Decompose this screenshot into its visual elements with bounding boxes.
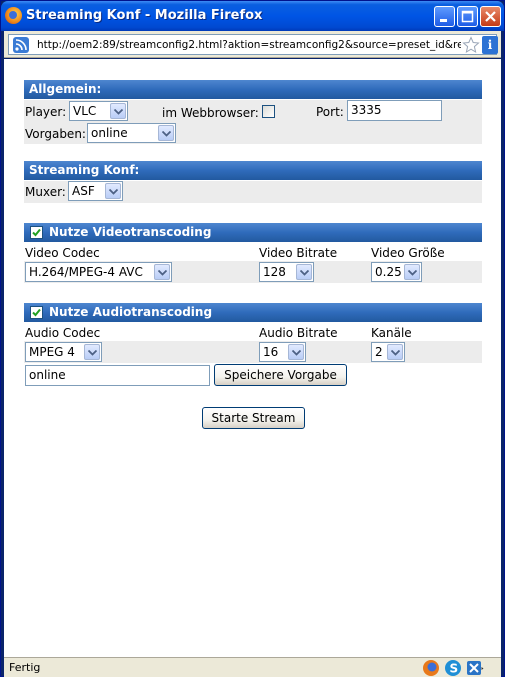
minimize-button[interactable] bbox=[434, 6, 455, 27]
chevron-down-icon bbox=[105, 183, 121, 199]
window-title: Streaming Konf - Mozilla Firefox bbox=[26, 8, 263, 23]
audio-bitrate-value: 16 bbox=[263, 345, 279, 359]
svg-text:S: S bbox=[450, 662, 459, 676]
video-size-label: Video Größe bbox=[371, 246, 445, 260]
video-size-select[interactable]: 0.25 bbox=[371, 262, 422, 282]
webbrowser-checkbox[interactable] bbox=[262, 105, 275, 118]
status-bar: Fertig S bbox=[4, 657, 501, 677]
url-text: http://oem2:89/streamconfig2.html?aktion… bbox=[37, 39, 461, 51]
chevron-down-icon bbox=[154, 264, 170, 280]
firefox-status-icon[interactable] bbox=[422, 659, 440, 677]
maximize-button[interactable] bbox=[457, 6, 478, 27]
chevron-down-icon bbox=[404, 264, 420, 280]
video-bitrate-select[interactable]: 128 bbox=[259, 262, 314, 282]
chevron-down-icon bbox=[296, 264, 312, 280]
audio-bitrate-select[interactable]: 16 bbox=[259, 342, 306, 362]
extension-icon[interactable] bbox=[466, 659, 484, 677]
video-bitrate-label: Video Bitrate bbox=[259, 246, 338, 260]
checkmark-icon bbox=[32, 308, 41, 317]
chevron-down-icon bbox=[110, 103, 126, 119]
audio-codec-value: MPEG 4 bbox=[29, 345, 75, 359]
audio-codec-select[interactable]: MPEG 4 bbox=[25, 342, 102, 362]
firefox-icon bbox=[5, 7, 22, 24]
audio-transcoding-checkbox[interactable] bbox=[30, 306, 43, 319]
muxer-label: Muxer: bbox=[25, 185, 66, 199]
video-codec-label: Video Codec bbox=[25, 246, 100, 260]
section-header-video: Nutze Videotranscoding bbox=[24, 223, 482, 242]
site-icon bbox=[13, 37, 29, 53]
presets-select[interactable]: online bbox=[87, 123, 176, 143]
section-header-streaming: Streaming Konf: bbox=[24, 161, 482, 180]
url-field[interactable]: http://oem2:89/streamconfig2.html?aktion… bbox=[8, 34, 498, 55]
title-bar[interactable]: Streaming Konf - Mozilla Firefox bbox=[1, 1, 504, 31]
muxer-select[interactable]: ASF bbox=[68, 181, 123, 201]
browser-window: Streaming Konf - Mozilla Firefox http://… bbox=[0, 0, 505, 677]
video-bitrate-value: 128 bbox=[263, 265, 286, 279]
muxer-select-value: ASF bbox=[72, 184, 95, 198]
player-select[interactable]: VLC bbox=[69, 101, 128, 121]
section-title-general: Allgemein: bbox=[29, 82, 102, 96]
player-select-value: VLC bbox=[73, 104, 97, 118]
status-text: Fertig bbox=[9, 661, 41, 674]
video-transcoding-checkbox[interactable] bbox=[30, 226, 43, 239]
port-input[interactable]: 3335 bbox=[347, 100, 442, 121]
minimize-icon bbox=[440, 19, 447, 22]
maximize-icon bbox=[461, 10, 474, 23]
section-title-audio: Nutze Audiotranscoding bbox=[49, 305, 213, 319]
start-stream-button[interactable]: Starte Stream bbox=[202, 407, 305, 429]
section-header-general: Allgemein: bbox=[24, 80, 482, 99]
audio-codec-label: Audio Codec bbox=[25, 326, 101, 340]
video-size-value: 0.25 bbox=[375, 265, 402, 279]
page-content: Allgemein: Player: VLC im Webbrowser: Po… bbox=[4, 59, 501, 657]
close-icon bbox=[485, 11, 496, 22]
audio-channels-value: 2 bbox=[375, 345, 383, 359]
bookmark-star-icon[interactable] bbox=[462, 36, 480, 54]
video-codec-value: H.264/MPEG-4 AVC bbox=[29, 265, 143, 279]
webbrowser-label: im Webbrowser: bbox=[162, 106, 259, 120]
save-preset-button[interactable]: Speichere Vorgabe bbox=[214, 364, 347, 386]
presets-label: Vorgaben: bbox=[25, 127, 86, 141]
section-header-audio: Nutze Audiotranscoding bbox=[24, 303, 482, 322]
preset-name-input[interactable]: online bbox=[25, 365, 210, 386]
chevron-down-icon bbox=[158, 125, 174, 141]
section-title-video: Nutze Videotranscoding bbox=[49, 225, 212, 239]
chevron-down-icon bbox=[288, 344, 304, 360]
audio-channels-label: Kanäle bbox=[371, 326, 412, 340]
chevron-down-icon bbox=[387, 344, 403, 360]
audio-channels-select[interactable]: 2 bbox=[371, 342, 405, 362]
presets-select-value: online bbox=[91, 126, 128, 140]
player-label: Player: bbox=[25, 105, 67, 119]
port-label: Port: bbox=[316, 105, 344, 119]
video-codec-select[interactable]: H.264/MPEG-4 AVC bbox=[25, 262, 172, 282]
chevron-down-icon bbox=[84, 344, 100, 360]
section-title-streaming: Streaming Konf: bbox=[29, 163, 140, 177]
address-bar: http://oem2:89/streamconfig2.html?aktion… bbox=[4, 31, 501, 58]
checkmark-icon bbox=[32, 228, 41, 237]
skype-icon[interactable]: S bbox=[444, 659, 462, 677]
close-button[interactable] bbox=[480, 6, 501, 27]
audio-bitrate-label: Audio Bitrate bbox=[259, 326, 338, 340]
info-icon[interactable]: i bbox=[482, 36, 498, 54]
